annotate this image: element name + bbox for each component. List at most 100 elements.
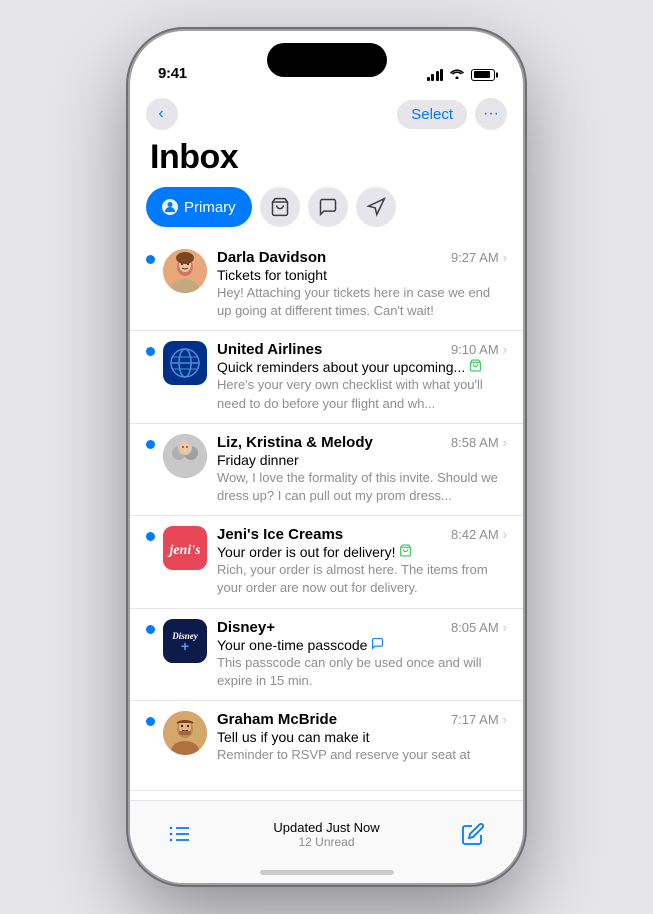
page-title: Inbox (130, 134, 523, 187)
tab-promotions[interactable] (356, 187, 396, 227)
email-sender: Darla Davidson (217, 249, 326, 266)
email-time: 9:10 AM (451, 342, 499, 357)
email-time-area: 7:17 AM › (451, 712, 507, 727)
email-content: Disney+ 8:05 AM › Your one-time passcode (217, 619, 507, 690)
email-time: 8:42 AM (451, 527, 499, 542)
category-tabs: Primary (130, 187, 523, 239)
email-subject: Your order is out for delivery! (217, 544, 507, 560)
email-time-area: 8:42 AM › (451, 527, 507, 542)
wifi-icon (449, 67, 465, 82)
email-time: 8:05 AM (451, 620, 499, 635)
chevron-right-icon: › (503, 712, 507, 727)
email-item[interactable]: Graham McBride 7:17 AM › Tell us if you … (130, 701, 523, 791)
tab-messages[interactable] (308, 187, 348, 227)
email-content: Darla Davidson 9:27 AM › Tickets for ton… (217, 249, 507, 320)
nav-actions: Select ··· (397, 98, 507, 130)
email-content: Graham McBride 7:17 AM › Tell us if you … (217, 711, 507, 764)
shopping-category-icon (469, 359, 482, 375)
back-button[interactable]: ‹ (146, 98, 178, 130)
email-time-area: 9:10 AM › (451, 342, 507, 357)
unread-dot (146, 347, 155, 356)
email-sender: Jeni's Ice Creams (217, 526, 343, 543)
email-subject: Friday dinner (217, 452, 507, 468)
email-sender: Liz, Kristina & Melody (217, 434, 373, 451)
back-chevron-icon: ‹ (158, 105, 163, 123)
status-icons (427, 67, 496, 82)
bottom-status-area: Updated Just Now 12 Unread (273, 820, 379, 849)
svg-text:+: + (181, 638, 189, 654)
email-header: United Airlines 9:10 AM › (217, 341, 507, 358)
email-preview: Hey! Attaching your tickets here in case… (217, 284, 507, 320)
email-content: Jeni's Ice Creams 8:42 AM › Your order i… (217, 526, 507, 597)
update-status: Updated Just Now (273, 820, 379, 835)
email-sender: United Airlines (217, 341, 322, 358)
email-header: Disney+ 8:05 AM › (217, 619, 507, 636)
status-time: 9:41 (158, 65, 187, 82)
email-item[interactable]: United Airlines 9:10 AM › Quick reminder… (130, 331, 523, 423)
unread-dot (146, 255, 155, 264)
email-item[interactable]: jeni's Jeni's Ice Creams 8:42 AM › Your … (130, 516, 523, 608)
email-time: 7:17 AM (451, 712, 499, 727)
phone-frame: 9:41 ‹ (130, 31, 523, 883)
signal-bars-icon (427, 69, 444, 81)
email-preview: Here's your very own checklist with what… (217, 376, 507, 412)
email-subject: Your one-time passcode (217, 637, 507, 653)
tab-shopping[interactable] (260, 187, 300, 227)
email-subject: Tell us if you can make it (217, 729, 507, 745)
email-subject: Tickets for tonight (217, 267, 507, 283)
avatar: Disney + (163, 619, 207, 663)
email-time-area: 9:27 AM › (451, 250, 507, 265)
email-item[interactable]: Darla Davidson 9:27 AM › Tickets for ton… (130, 239, 523, 331)
email-item[interactable]: Disney + Disney+ 8:05 AM › Your one-time… (130, 609, 523, 701)
email-sender: Disney+ (217, 619, 275, 636)
email-preview: Reminder to RSVP and reserve your seat a… (217, 746, 507, 764)
email-list: Darla Davidson 9:27 AM › Tickets for ton… (130, 239, 523, 852)
chevron-right-icon: › (503, 342, 507, 357)
home-indicator (260, 870, 394, 875)
avatar (163, 434, 207, 478)
chevron-right-icon: › (503, 527, 507, 542)
email-preview: Wow, I love the formality of this invite… (217, 469, 507, 505)
avatar (163, 341, 207, 385)
chevron-right-icon: › (503, 250, 507, 265)
content-area: ‹ Select ··· Inbox Primary (130, 90, 523, 883)
unread-dot (146, 625, 155, 634)
compose-button[interactable] (455, 816, 491, 852)
chevron-right-icon: › (503, 620, 507, 635)
filter-button[interactable] (162, 816, 198, 852)
email-time: 9:27 AM (451, 250, 499, 265)
nav-bar: ‹ Select ··· (130, 90, 523, 134)
email-time: 8:58 AM (451, 435, 499, 450)
more-button[interactable]: ··· (475, 98, 507, 130)
email-header: Liz, Kristina & Melody 8:58 AM › (217, 434, 507, 451)
unread-dot (146, 717, 155, 726)
select-button[interactable]: Select (397, 100, 467, 129)
avatar (163, 711, 207, 755)
message-category-icon (371, 637, 384, 653)
email-sender: Graham McBride (217, 711, 337, 728)
email-content: Liz, Kristina & Melody 8:58 AM › Friday … (217, 434, 507, 505)
dynamic-island (267, 43, 387, 77)
email-subject: Quick reminders about your upcoming... (217, 359, 507, 375)
email-time-area: 8:05 AM › (451, 620, 507, 635)
unread-dot (146, 440, 155, 449)
email-preview: This passcode can only be used once and … (217, 654, 507, 690)
unread-count: 12 Unread (273, 835, 379, 849)
email-content: United Airlines 9:10 AM › Quick reminder… (217, 341, 507, 412)
unread-dot (146, 532, 155, 541)
email-header: Graham McBride 7:17 AM › (217, 711, 507, 728)
tab-primary[interactable]: Primary (146, 187, 252, 227)
email-header: Jeni's Ice Creams 8:42 AM › (217, 526, 507, 543)
more-icon: ··· (483, 105, 499, 123)
person-icon (162, 199, 178, 215)
avatar: jeni's (163, 526, 207, 570)
avatar (163, 249, 207, 293)
chevron-right-icon: › (503, 435, 507, 450)
svg-text:jeni's: jeni's (167, 543, 201, 558)
email-preview: Rich, your order is almost here. The ite… (217, 561, 507, 597)
email-item[interactable]: Liz, Kristina & Melody 8:58 AM › Friday … (130, 424, 523, 516)
battery-icon (471, 69, 495, 81)
tab-primary-label: Primary (184, 199, 236, 216)
email-header: Darla Davidson 9:27 AM › (217, 249, 507, 266)
email-time-area: 8:58 AM › (451, 435, 507, 450)
